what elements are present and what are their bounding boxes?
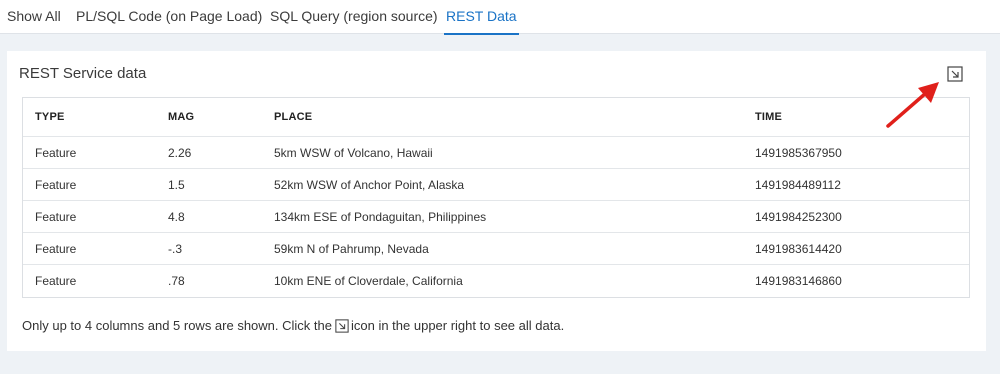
tab-plsql-code[interactable]: PL/SQL Code (on Page Load) — [76, 0, 262, 34]
cell-mag: 1.5 — [156, 168, 262, 201]
cell-time: 1491984252300 — [743, 200, 969, 233]
cell-place: 52km WSW of Anchor Point, Alaska — [262, 168, 743, 201]
cell-place: 134km ESE of Pondaguitan, Philippines — [262, 200, 743, 233]
data-table: TYPE MAG PLACE TIME Feature 2.26 5km WSW… — [23, 98, 969, 296]
cell-mag: -.3 — [156, 232, 262, 265]
table-row: Feature -.3 59km N of Pahrump, Nevada 14… — [23, 232, 969, 265]
region-title: REST Service data — [19, 65, 147, 82]
table-header-row: TYPE MAG PLACE TIME — [23, 98, 969, 137]
cell-mag: .78 — [168, 273, 185, 288]
expand-arrow-icon — [335, 319, 349, 338]
cell-type: Feature — [23, 232, 156, 265]
footnote-text-before: Only up to 4 columns and 5 rows are show… — [22, 318, 332, 333]
cell-time: 1491983146860 — [755, 273, 842, 288]
footnote: Only up to 4 columns and 5 rows are show… — [22, 317, 564, 338]
footnote-text-after: icon in the upper right to see all data. — [350, 318, 565, 333]
rest-data-region: REST Service data TYPE MAG PLACE TIME Fe… — [7, 51, 986, 351]
cell-place: 5km WSW of Volcano, Hawaii — [262, 136, 743, 169]
cell-place: 59km N of Pahrump, Nevada — [262, 232, 743, 265]
cell-type: Feature — [23, 136, 156, 169]
cell-time: 1491984489112 — [743, 168, 969, 201]
cell-type: Feature — [23, 200, 156, 233]
tab-rest-data[interactable]: REST Data — [444, 0, 519, 35]
table-row: Feature 2.26 5km WSW of Volcano, Hawaii … — [23, 136, 969, 169]
table-row: Feature 4.8 134km ESE of Pondaguitan, Ph… — [23, 200, 969, 233]
column-header-type: TYPE — [23, 98, 156, 137]
tab-sql-query[interactable]: SQL Query (region source) — [270, 0, 438, 34]
table-row: Feature .78 10km ENE of Cloverdale, Cali… — [23, 265, 969, 297]
cell-type: Feature — [23, 168, 156, 201]
cell-time: 1491983614420 — [743, 232, 969, 265]
column-header-place: PLACE — [262, 98, 743, 137]
cell-mag: 4.8 — [156, 200, 262, 233]
column-header-mag: MAG — [156, 98, 262, 137]
table-row: Feature 1.5 52km WSW of Anchor Point, Al… — [23, 168, 969, 201]
data-table-container: TYPE MAG PLACE TIME Feature 2.26 5km WSW… — [22, 97, 970, 298]
cell-time: 1491985367950 — [743, 136, 969, 169]
tab-show-all[interactable]: Show All — [7, 0, 61, 34]
column-header-time: TIME — [743, 98, 969, 137]
cell-type: Feature — [35, 273, 77, 288]
cell-place: 10km ENE of Cloverdale, California — [274, 273, 463, 288]
tab-bar: Show All PL/SQL Code (on Page Load) SQL … — [0, 0, 1000, 35]
cell-mag: 2.26 — [156, 136, 262, 169]
expand-arrow-icon[interactable] — [947, 66, 963, 82]
